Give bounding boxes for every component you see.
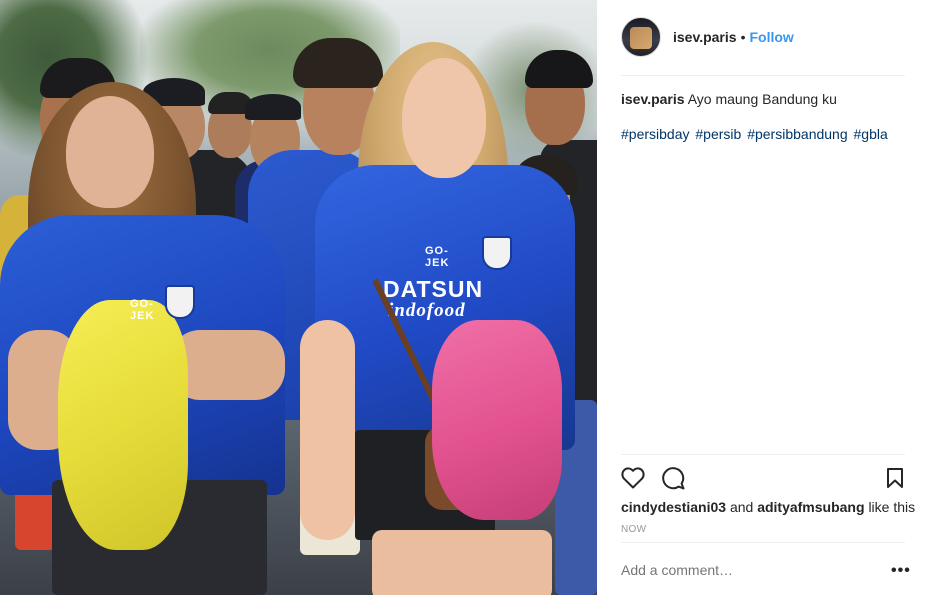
divider (621, 454, 905, 455)
follow-button[interactable]: Follow (749, 29, 793, 45)
liker-username[interactable]: cindydestiani03 (621, 499, 726, 515)
jersey-badge (165, 285, 195, 319)
comment-input[interactable] (621, 562, 881, 578)
jersey-sponsor: GO-JEK (425, 245, 450, 269)
likes-suffix: like this (868, 499, 916, 515)
comment-icon[interactable] (661, 466, 685, 490)
header-username[interactable]: isev.paris (673, 29, 737, 45)
avatar[interactable] (621, 17, 661, 57)
jersey-sponsor: DATSUN (383, 276, 484, 302)
caption-username[interactable]: isev.paris (621, 91, 685, 107)
post-photo[interactable]: GO-JEK DATSUN indofood GO-JEK (0, 0, 597, 595)
likes-joiner: and (729, 499, 754, 515)
post-sidebar: isev.paris • Follow isev.paris Ayo maung… (597, 0, 929, 595)
divider (621, 542, 905, 543)
hashtag-link[interactable]: #persib (695, 126, 741, 142)
divider (621, 75, 905, 76)
hashtag-link[interactable]: #persibbandung (747, 126, 847, 142)
likes-summary: cindydestiani03 and adityafmsubang like … (621, 499, 915, 515)
jersey-sponsor: indofood (388, 300, 466, 321)
heart-icon[interactable] (621, 466, 645, 490)
caption: isev.paris Ayo maung Bandung ku (621, 90, 905, 108)
jersey-sponsor: GO-JEK (130, 298, 155, 322)
bookmark-icon[interactable] (883, 466, 907, 490)
post-header: isev.paris • Follow (621, 17, 794, 57)
action-bar (621, 466, 905, 490)
hashtag-link[interactable]: #gbla (854, 126, 888, 142)
yellow-jacket (58, 300, 188, 550)
pink-jacket (432, 320, 562, 520)
hashtags: #persibday #persib #persibbandung #gbla (621, 125, 911, 143)
caption-text: Ayo maung Bandung ku (687, 91, 837, 107)
header-separator: • (740, 29, 746, 45)
hashtag-link[interactable]: #persibday (621, 126, 690, 142)
more-options-icon[interactable]: ••• (891, 562, 911, 580)
liker-username[interactable]: adityafmsubang (757, 499, 864, 515)
jersey-badge (482, 236, 512, 270)
post-timestamp[interactable]: NOW (621, 524, 646, 535)
